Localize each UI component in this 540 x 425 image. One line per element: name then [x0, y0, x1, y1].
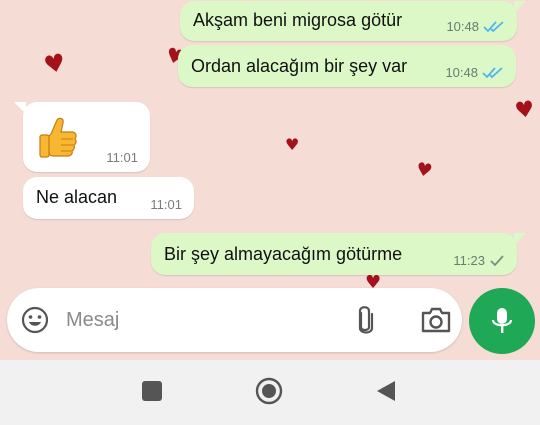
emoji-icon[interactable]	[21, 306, 49, 334]
mic-icon	[491, 308, 513, 333]
message-meta: 11:23	[453, 253, 505, 268]
message-bubble-outgoing[interactable]: Ordan alacağım bir şey var 10:48	[178, 45, 516, 87]
message-input[interactable]: Mesaj	[66, 309, 119, 332]
bubble-tail	[514, 1, 526, 13]
message-text: Ne alacan	[36, 187, 118, 207]
message-text: Bir şey almayacağım götürme	[164, 244, 403, 264]
camera-icon[interactable]	[420, 306, 452, 334]
message-meta: 10:48	[446, 19, 505, 34]
message-bubble-incoming[interactable]: Ne alacan 11:01	[23, 177, 194, 219]
attach-icon[interactable]	[353, 305, 377, 335]
message-bubble-incoming[interactable]: 11:01	[14, 102, 150, 172]
heart-decoration: ♥	[414, 158, 434, 183]
heart-decoration: ♥	[285, 135, 300, 154]
message-time: 11:01	[106, 150, 138, 165]
double-check-icon	[482, 66, 503, 78]
message-text: Ordan alacağım bir şey var	[191, 56, 408, 76]
message-composer: Mesaj	[7, 288, 462, 352]
nav-square-icon[interactable]	[141, 380, 163, 402]
nav-home-icon[interactable]	[255, 377, 283, 405]
message-time: 10:48	[445, 65, 478, 80]
thumbs-up-icon	[39, 117, 77, 158]
message-time: 11:23	[453, 253, 485, 268]
message-meta: 11:01	[150, 197, 182, 212]
system-navigation-bar	[0, 360, 540, 425]
bubble-tail	[514, 233, 526, 245]
message-bubble-outgoing[interactable]: Akşam beni migrosa götür 10:48	[180, 1, 526, 41]
mic-button[interactable]	[469, 288, 535, 354]
heart-decoration: ♥	[41, 48, 69, 80]
heart-decoration: ♥	[513, 96, 537, 125]
nav-back-icon[interactable]	[376, 380, 396, 402]
single-check-icon	[490, 254, 504, 266]
message-text: Akşam beni migrosa götür	[193, 10, 403, 30]
double-check-icon	[483, 20, 504, 32]
message-meta: 11:01	[106, 150, 138, 165]
message-time: 10:48	[446, 19, 479, 34]
bubble-tail	[14, 102, 26, 114]
message-time: 11:01	[150, 197, 182, 212]
message-bubble-outgoing[interactable]: Bir şey almayacağım götürme 11:23	[151, 233, 526, 275]
message-meta: 10:48	[445, 65, 504, 80]
